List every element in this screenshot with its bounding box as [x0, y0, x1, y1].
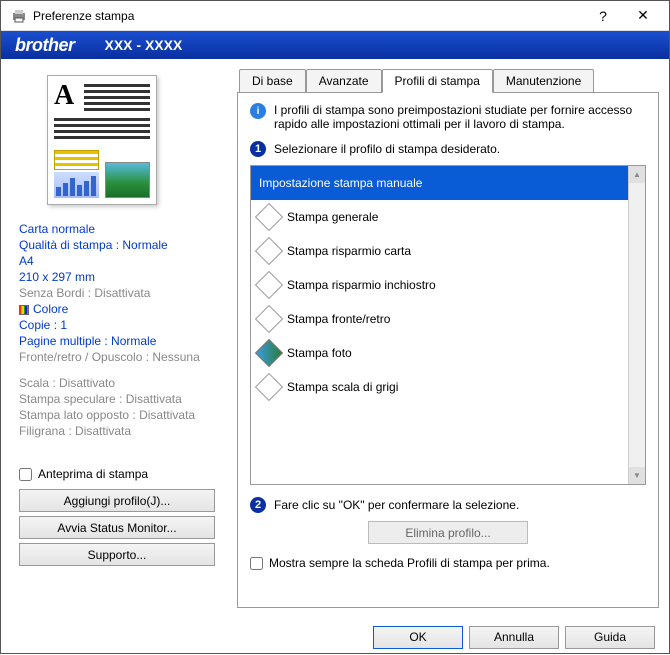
tab-manutenzione[interactable]: Manutenzione	[493, 69, 594, 92]
profile-item[interactable]: Stampa risparmio inchiostro	[251, 268, 628, 302]
profile-item[interactable]: Stampa foto	[251, 336, 628, 370]
setting-multi: Pagine multiple : Normale	[19, 333, 217, 349]
info-text: I profili di stampa sono preimpostazioni…	[274, 103, 646, 131]
setting-copies: Copie : 1	[19, 317, 217, 333]
delete-profile-button[interactable]: Elimina profilo...	[368, 521, 528, 544]
profile-icon	[255, 202, 283, 230]
printer-icon	[11, 8, 27, 24]
setting-color: Colore	[33, 302, 68, 316]
close-button[interactable]: ✕	[623, 2, 663, 30]
tab-di-base[interactable]: Di base	[239, 69, 306, 92]
profile-item[interactable]: Stampa risparmio carta	[251, 234, 628, 268]
profile-item[interactable]: Impostazione stampa manuale	[251, 166, 628, 200]
profile-icon	[255, 270, 283, 298]
scroll-up-icon[interactable]: ▲	[629, 166, 645, 183]
profile-item[interactable]: Stampa scala di grigi	[251, 370, 628, 404]
tab-avanzate[interactable]: Avanzate	[306, 69, 382, 92]
setting-size-dim: 210 x 297 mm	[19, 269, 217, 285]
profile-label: Stampa scala di grigi	[287, 380, 398, 394]
setting-watermark: Filigrana : Disattivata	[19, 423, 217, 439]
add-profile-button[interactable]: Aggiungi profilo(J)...	[19, 489, 215, 512]
preview-checkbox[interactable]	[19, 468, 32, 481]
profile-label: Stampa foto	[287, 346, 352, 360]
preview-checkbox-label[interactable]: Anteprima di stampa	[19, 467, 217, 481]
profile-icon	[255, 304, 283, 332]
profile-item[interactable]: Stampa fronte/retro	[251, 302, 628, 336]
setting-scale: Scala : Disattivato	[19, 375, 217, 391]
setting-quality: Qualità di stampa : Normale	[19, 237, 217, 253]
step-2-badge: 2	[250, 497, 266, 513]
ok-button[interactable]: OK	[373, 626, 463, 649]
profile-label: Stampa risparmio inchiostro	[287, 278, 436, 292]
scroll-down-icon[interactable]: ▼	[629, 467, 645, 484]
step-2-text: Fare clic su "OK" per confermare la sele…	[274, 498, 519, 512]
help-button[interactable]: ?	[583, 2, 623, 30]
always-show-label[interactable]: Mostra sempre la scheda Profili di stamp…	[250, 556, 646, 570]
setting-mirror: Stampa speculare : Disattivata	[19, 391, 217, 407]
profile-label: Stampa generale	[287, 210, 378, 224]
profile-icon	[255, 372, 283, 400]
profile-icon	[255, 338, 283, 366]
scrollbar[interactable]: ▲ ▼	[628, 166, 645, 484]
window-title: Preferenze stampa	[33, 9, 583, 23]
profile-list[interactable]: Impostazione stampa manuale Stampa genera…	[250, 165, 646, 485]
setting-reverse: Stampa lato opposto : Disattivata	[19, 407, 217, 423]
help-button[interactable]: Guida	[565, 626, 655, 649]
setting-borderless: Senza Bordi : Disattivata	[19, 285, 217, 301]
setting-duplex: Fronte/retro / Opuscolo : Nessuna	[19, 349, 217, 365]
profile-label: Stampa fronte/retro	[287, 312, 390, 326]
profile-label: Stampa risparmio carta	[287, 244, 411, 258]
color-swatch-icon	[19, 305, 29, 315]
setting-paper: Carta normale	[19, 221, 217, 237]
profile-label: Impostazione stampa manuale	[259, 176, 422, 190]
step-1-badge: 1	[250, 141, 266, 157]
current-settings: Carta normale Qualità di stampa : Normal…	[19, 221, 217, 439]
support-button[interactable]: Supporto...	[19, 543, 215, 566]
profile-item[interactable]: Stampa generale	[251, 200, 628, 234]
model-name: XXX - XXXX	[105, 37, 183, 53]
always-show-checkbox[interactable]	[250, 557, 263, 570]
profile-icon	[255, 236, 283, 264]
cancel-button[interactable]: Annulla	[469, 626, 559, 649]
info-icon: i	[250, 103, 266, 119]
tab-profili-di-stampa[interactable]: Profili di stampa	[382, 69, 493, 93]
brand-logo: brother	[15, 35, 75, 56]
page-preview: A	[47, 75, 157, 205]
status-monitor-button[interactable]: Avvia Status Monitor...	[19, 516, 215, 539]
step-1-text: Selezionare il profilo di stampa desider…	[274, 142, 500, 156]
setting-size-name: A4	[19, 253, 217, 269]
